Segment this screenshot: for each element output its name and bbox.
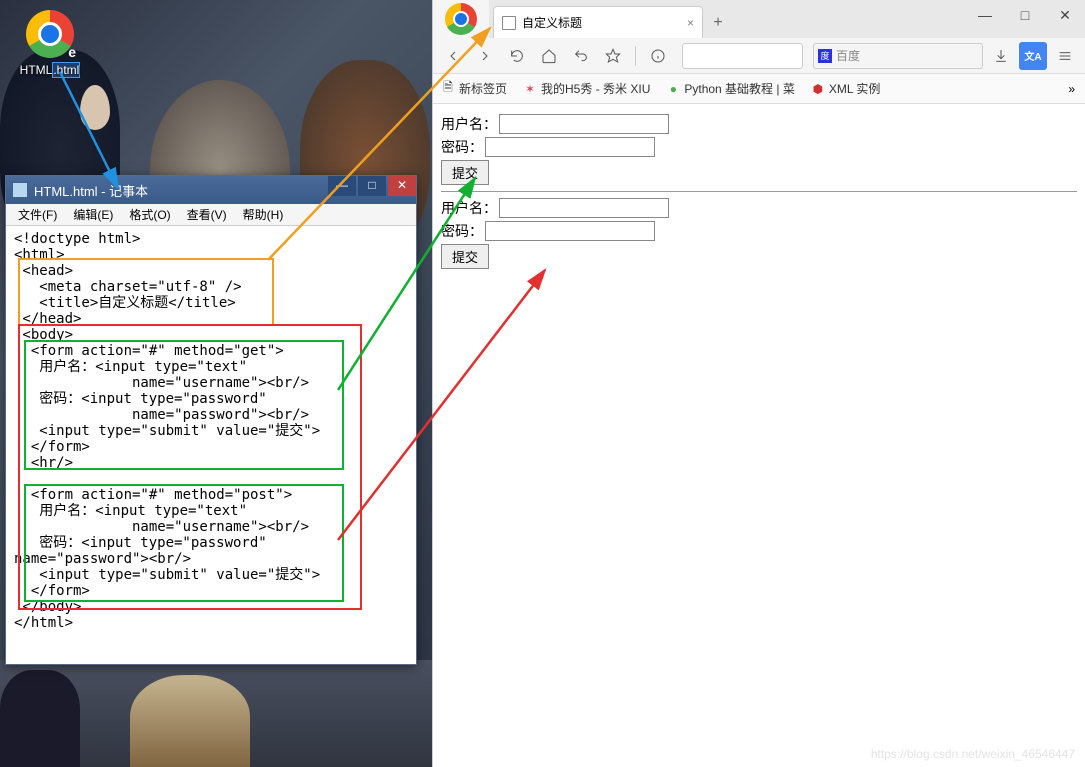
bookmark-overflow[interactable]: » <box>1068 82 1075 96</box>
menu-format[interactable]: 格式(O) <box>121 204 178 225</box>
form2-password-row: 密码： <box>441 221 1077 241</box>
menu-button[interactable] <box>1051 42 1079 70</box>
menu-help[interactable]: 帮助(H) <box>235 204 292 225</box>
form1-username-row: 用户名： <box>441 114 1077 134</box>
form2-username-input[interactable] <box>499 198 669 218</box>
form2-password-input[interactable] <box>485 221 655 241</box>
bookmark-xiumi[interactable]: ✶ 我的H5秀 - 秀米 XIU <box>523 80 650 97</box>
minimize-button[interactable]: — <box>328 176 356 196</box>
divider <box>441 191 1077 192</box>
xml-icon: ⬢ <box>811 82 825 96</box>
separator <box>635 46 636 66</box>
bg-ear <box>80 85 110 130</box>
search-engine-label: 百度 <box>836 47 860 64</box>
notepad-titlebar[interactable]: HTML.html - 记事本 — □ ✕ <box>6 176 416 204</box>
search-box[interactable]: 度 百度 <box>813 43 983 69</box>
form1-submit-button[interactable] <box>441 160 489 185</box>
desktop-html-file-icon[interactable]: e HTML.html <box>15 10 85 77</box>
bookmark-newtab[interactable]: 🗎 新标签页 <box>441 80 507 97</box>
form2-username-row: 用户名： <box>441 198 1077 218</box>
maximize-button[interactable]: □ <box>1005 0 1045 30</box>
translate-button[interactable]: 文A <box>1019 42 1047 70</box>
chrome-icon <box>445 3 477 35</box>
bookmark-python[interactable]: ● Python 基础教程 | 菜 <box>666 80 794 97</box>
reload-button[interactable] <box>503 42 531 70</box>
notepad-icon <box>12 182 28 198</box>
browser-logo[interactable] <box>433 0 489 38</box>
username-label: 用户名： <box>441 114 497 134</box>
browser-tab-active[interactable]: 自定义标题 × <box>493 6 703 38</box>
menu-edit[interactable]: 编辑(E) <box>65 204 121 225</box>
page-icon <box>502 16 516 30</box>
browser-window: 自定义标题 × + — □ ✕ 度 百度 文A 🗎 新标签页 <box>432 0 1085 767</box>
address-bar[interactable] <box>682 43 803 69</box>
home-button[interactable] <box>535 42 563 70</box>
page-content: 用户名： 密码： 用户名： 密码： <box>433 104 1085 282</box>
favorite-button[interactable] <box>599 42 627 70</box>
menu-view[interactable]: 查看(V) <box>179 204 235 225</box>
form2-submit-button[interactable] <box>441 244 489 269</box>
bg-figure <box>130 675 250 767</box>
runoob-icon: ● <box>666 82 680 96</box>
xiumi-icon: ✶ <box>523 82 537 96</box>
browser-toolbar: 度 百度 文A <box>433 38 1085 74</box>
form1-password-input[interactable] <box>485 137 655 157</box>
tab-close-button[interactable]: × <box>687 16 694 30</box>
undo-button[interactable] <box>567 42 595 70</box>
notepad-text-content[interactable]: <!doctype html> <html> <head> <meta char… <box>6 226 416 636</box>
info-button[interactable] <box>644 42 672 70</box>
form1-password-row: 密码： <box>441 137 1077 157</box>
notepad-window[interactable]: HTML.html - 记事本 — □ ✕ 文件(F) 编辑(E) 格式(O) … <box>5 175 417 665</box>
page-icon: 🗎 <box>441 82 455 96</box>
back-button[interactable] <box>439 42 467 70</box>
password-label: 密码： <box>441 137 483 157</box>
forward-button[interactable] <box>471 42 499 70</box>
password-label: 密码： <box>441 221 483 241</box>
notepad-menubar: 文件(F) 编辑(E) 格式(O) 查看(V) 帮助(H) <box>6 204 416 226</box>
bookmarks-bar: 🗎 新标签页 ✶ 我的H5秀 - 秀米 XIU ● Python 基础教程 | … <box>433 74 1085 104</box>
bookmark-xml[interactable]: ⬢ XML 实例 <box>811 80 881 97</box>
desktop-icon-label: HTML.html <box>15 63 85 77</box>
tab-title: 自定义标题 <box>522 14 582 31</box>
baidu-icon: 度 <box>818 49 832 63</box>
watermark: https://blog.csdn.net/weixin_46546447 <box>871 747 1075 761</box>
chrome-icon: e <box>26 10 74 58</box>
form1-username-input[interactable] <box>499 114 669 134</box>
bg-figure <box>0 670 80 767</box>
browser-tabbar: 自定义标题 × + — □ ✕ <box>433 0 1085 38</box>
maximize-button[interactable]: □ <box>358 176 386 196</box>
download-button[interactable] <box>987 42 1015 70</box>
username-label: 用户名： <box>441 198 497 218</box>
new-tab-button[interactable]: + <box>703 8 733 38</box>
close-button[interactable]: ✕ <box>1045 0 1085 30</box>
menu-file[interactable]: 文件(F) <box>10 204 65 225</box>
close-button[interactable]: ✕ <box>388 176 416 196</box>
minimize-button[interactable]: — <box>965 0 1005 30</box>
